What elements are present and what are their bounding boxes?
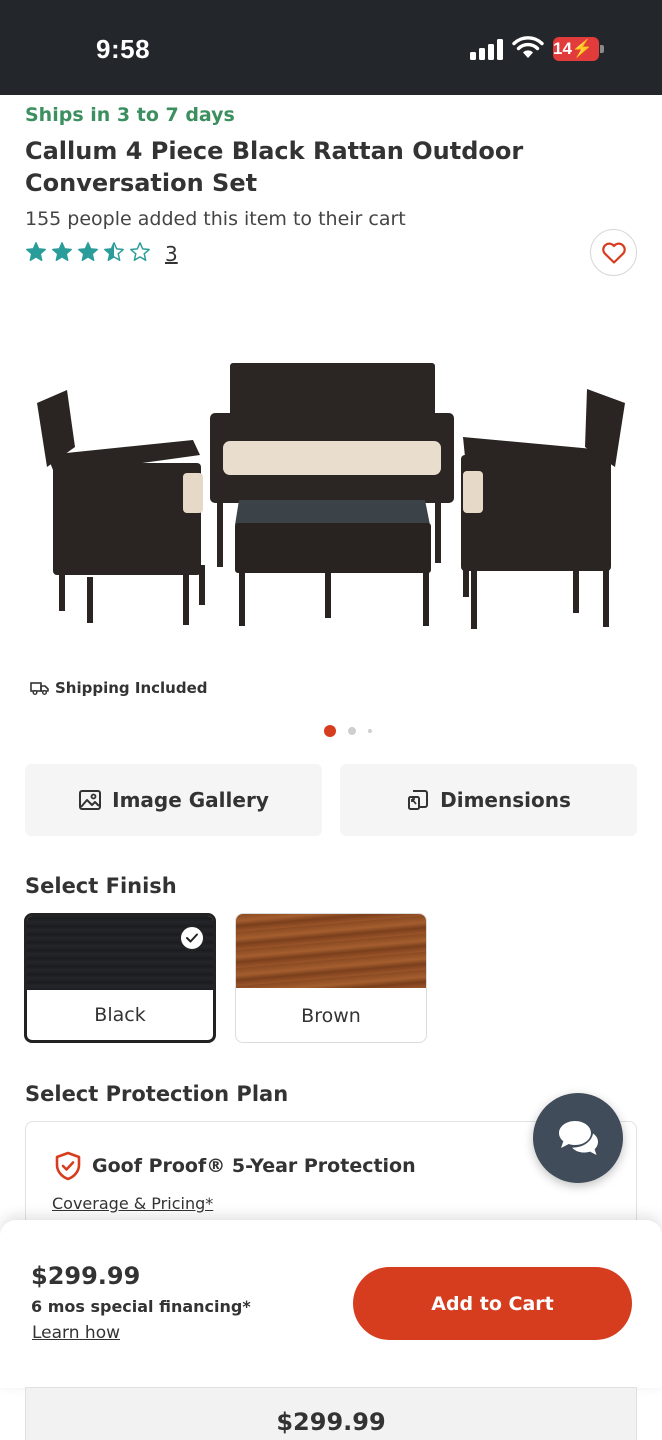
product-image[interactable] <box>25 345 637 645</box>
price-strip: $299.99 <box>25 1387 637 1440</box>
carousel-dots[interactable] <box>324 725 384 737</box>
coverage-pricing-link[interactable]: Coverage & Pricing* <box>52 1194 213 1213</box>
dimensions-button[interactable]: Dimensions <box>340 764 637 836</box>
carousel-dot[interactable] <box>348 727 356 735</box>
star-icon <box>52 242 72 261</box>
battery-level: 14⚡ <box>553 39 594 58</box>
finish-label-black: Black <box>94 1004 146 1026</box>
shipping-included-badge: Shipping Included <box>30 679 208 697</box>
carousel-dot[interactable] <box>324 725 336 737</box>
image-gallery-button[interactable]: Image Gallery <box>25 764 322 836</box>
status-bar: 9:58 14⚡ <box>0 0 662 95</box>
star-icon <box>26 242 46 261</box>
product-title: Callum 4 Piece Black Rattan Outdoor Conv… <box>25 137 524 197</box>
battery-icon: 14⚡ <box>553 37 604 61</box>
heart-icon <box>601 242 626 264</box>
finish-heading: Select Finish <box>25 874 177 898</box>
chat-icon <box>559 1121 598 1155</box>
shipping-estimate: Ships in 3 to 7 days <box>25 104 235 126</box>
shield-icon <box>55 1151 81 1181</box>
star-icon <box>104 242 124 261</box>
protection-plan-title: Goof Proof® 5-Year Protection <box>52 1150 416 1182</box>
cart-count-text: 155 people added this item to their cart <box>25 208 406 230</box>
finish-option-brown[interactable]: Brown <box>235 913 427 1043</box>
protection-plan-name: Goof Proof® 5-Year Protection <box>92 1155 416 1177</box>
price: $299.99 <box>31 1262 141 1290</box>
star-icon <box>78 242 98 261</box>
financing-text: 6 mos special financing* <box>31 1297 251 1316</box>
wifi-icon <box>512 36 544 58</box>
signal-icon <box>470 38 504 60</box>
carousel-dot[interactable] <box>368 729 372 733</box>
review-count-link[interactable]: 3 <box>165 242 178 266</box>
check-icon <box>186 933 198 943</box>
dimensions-label: Dimensions <box>440 788 571 812</box>
rating-stars <box>25 241 155 267</box>
shipping-included-label: Shipping Included <box>55 679 208 697</box>
strip-price: $299.99 <box>276 1408 386 1436</box>
add-to-cart-button[interactable]: Add to Cart <box>353 1267 632 1340</box>
status-time: 9:58 <box>96 34 151 64</box>
chat-button[interactable] <box>533 1093 623 1183</box>
truck-icon <box>30 682 49 695</box>
star-icon <box>130 242 150 261</box>
protection-heading: Select Protection Plan <box>25 1082 289 1106</box>
image-icon <box>79 790 102 810</box>
star-rating[interactable]: 3 <box>25 240 178 268</box>
favorite-button[interactable] <box>590 229 637 276</box>
selected-check <box>179 925 205 951</box>
finish-option-black[interactable]: Black <box>24 913 216 1043</box>
brown-swatch-image <box>236 914 426 988</box>
learn-how-link[interactable]: Learn how <box>32 1323 120 1343</box>
image-gallery-label: Image Gallery <box>112 788 269 812</box>
dimensions-icon <box>408 790 429 810</box>
finish-label-brown: Brown <box>301 1005 361 1027</box>
